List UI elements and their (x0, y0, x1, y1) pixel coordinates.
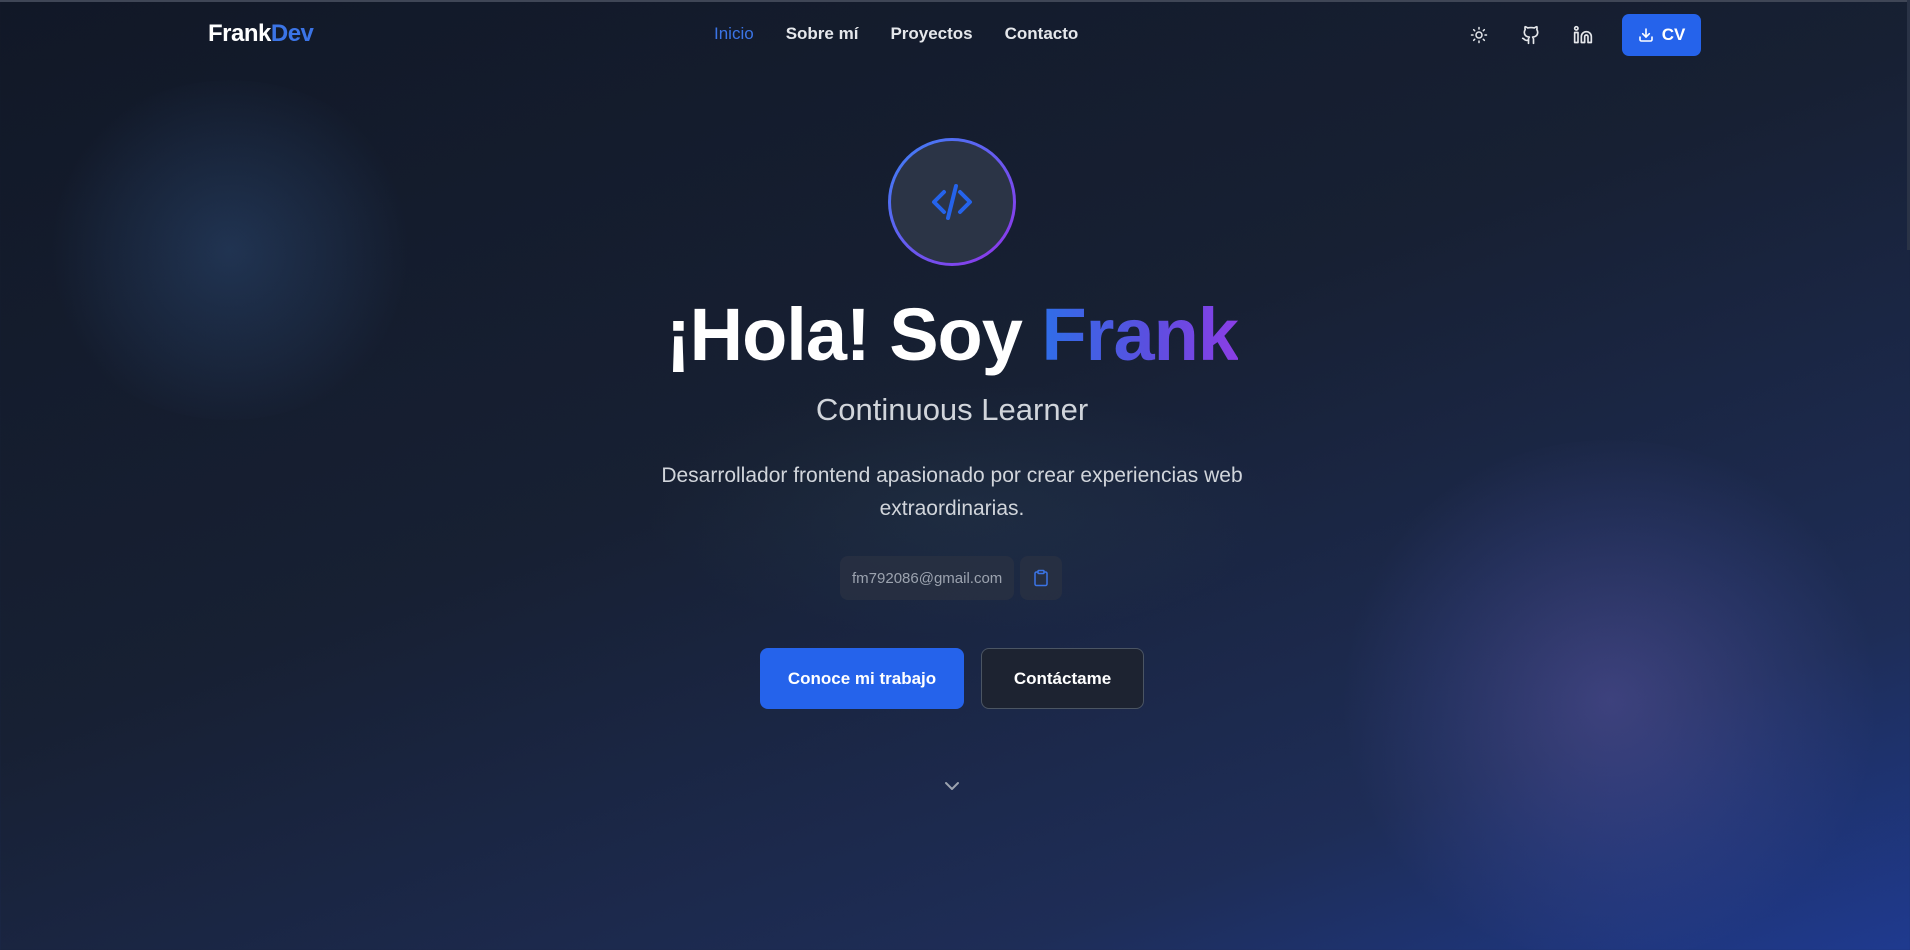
linkedin-icon (1573, 25, 1593, 44)
email-row: fm792086@gmail.com (840, 556, 1063, 600)
sun-icon (1470, 26, 1488, 44)
hero-description: Desarrollador frontend apasionado por cr… (661, 464, 1243, 520)
navbar: FrankDev Inicio Sobre mí Proyectos Conta… (0, 0, 1910, 70)
hero-subtitle: Continuous Learner (815, 392, 1089, 427)
download-icon (1638, 28, 1653, 42)
nav-actions: CV (1462, 14, 1701, 56)
logo-text-accent: Dev (270, 20, 314, 47)
avatar-inner (891, 141, 1013, 263)
scroll-down-button[interactable] (940, 774, 964, 798)
hero-title: ¡Hola! Soy Frank (0, 292, 1904, 377)
hero-title-greeting: ¡Hola! Soy (666, 293, 1023, 376)
linkedin-button[interactable] (1566, 18, 1600, 52)
clipboard-icon (1034, 569, 1049, 587)
theme-toggle-button[interactable] (1462, 18, 1496, 52)
avatar (888, 138, 1016, 266)
nav-link-inicio[interactable]: Inicio (714, 24, 754, 44)
contact-button[interactable]: Contáctame (981, 648, 1144, 709)
view-work-button[interactable]: Conoce mi trabajo (760, 648, 964, 709)
code-icon (932, 184, 972, 220)
hero-title-name: Frank (1041, 293, 1239, 376)
logo-text-main: Frank (208, 20, 271, 47)
nav-link-proyectos[interactable]: Proyectos (890, 24, 972, 44)
download-cv-button[interactable]: CV (1622, 14, 1701, 56)
github-icon (1521, 25, 1539, 45)
nav-link-sobre-mi[interactable]: Sobre mí (786, 24, 859, 44)
nav-link-contacto[interactable]: Contacto (1005, 24, 1079, 44)
logo[interactable]: FrankDev (208, 20, 314, 48)
nav-links: Inicio Sobre mí Proyectos Contacto (714, 24, 1078, 44)
copy-email-button[interactable] (1020, 556, 1063, 600)
cv-button-label: CV (1661, 25, 1686, 44)
github-button[interactable] (1514, 18, 1548, 52)
email-display[interactable]: fm792086@gmail.com (840, 556, 1015, 600)
chevron-down-icon (945, 782, 959, 790)
background-glow-right (1330, 440, 1890, 950)
